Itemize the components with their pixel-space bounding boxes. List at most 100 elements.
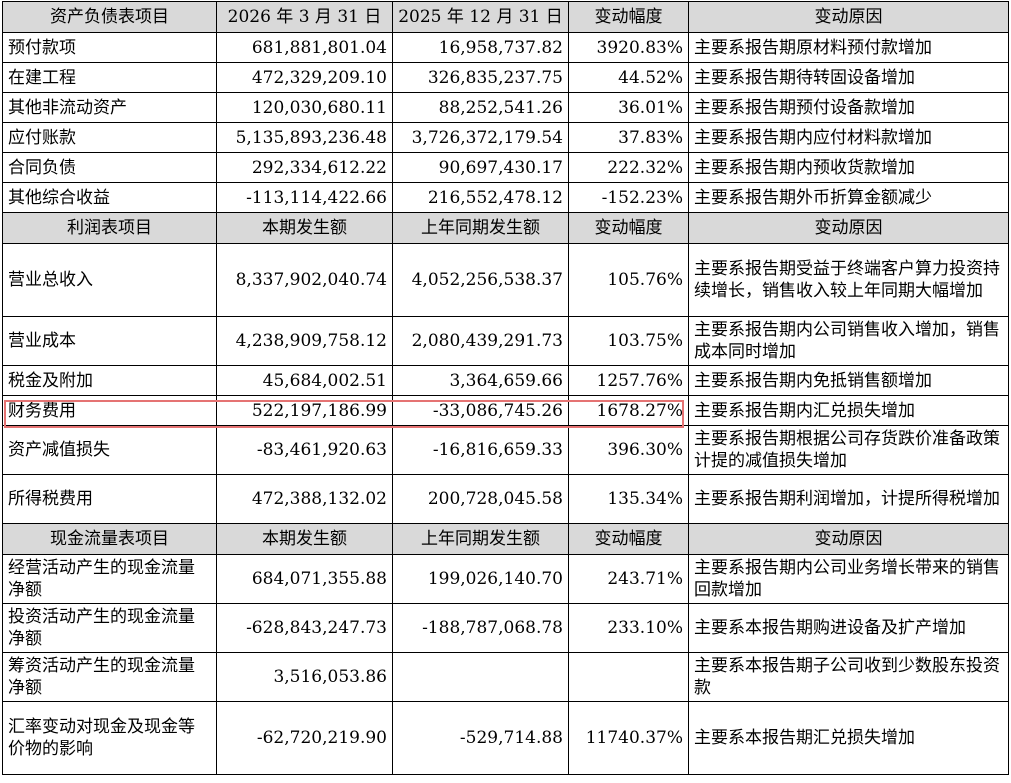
row-item: 汇率变动对现金及现金等价物的影响 — [2, 701, 217, 775]
income-header-row: 利润表项目 本期发生额 上年同期发生额 变动幅度 变动原因 — [2, 212, 1009, 244]
row-item: 所得税费用 — [2, 474, 217, 524]
row-value-a: -628,843,247.73 — [216, 603, 393, 653]
table-row: 合同负债 292,334,612.22 90,697,430.17 222.32… — [2, 152, 1009, 183]
row-value-b: -33,086,745.26 — [392, 395, 569, 426]
row-item: 在建工程 — [2, 62, 217, 93]
row-reason: 主要系报告期内公司业务增长带来的销售回款增加 — [688, 554, 1009, 604]
row-pct: 36.01% — [568, 92, 689, 123]
row-value-b: 16,958,737.82 — [392, 32, 569, 63]
row-value-a: 8,337,902,040.74 — [216, 243, 393, 317]
row-value-a: 120,030,680.11 — [216, 92, 393, 123]
row-item: 其他综合收益 — [2, 182, 217, 213]
row-item: 应付账款 — [2, 122, 217, 153]
table-row: 经营活动产生的现金流量净额 684,071,355.88 199,026,140… — [2, 554, 1009, 604]
row-item: 资产减值损失 — [2, 425, 217, 475]
row-reason: 主要系本报告期汇兑损失增加 — [688, 701, 1009, 775]
row-pct: 37.83% — [568, 122, 689, 153]
row-reason: 主要系报告期根据公司存货跌价准备政策计提的减值损失增加 — [688, 425, 1009, 475]
row-value-b — [392, 652, 569, 702]
row-value-b: 3,726,372,179.54 — [392, 122, 569, 153]
row-value-a: 472,388,132.02 — [216, 474, 393, 524]
row-value-b: 2,080,439,291.73 — [392, 316, 569, 366]
header-col-b: 2025 年 12 月 31 日 — [392, 1, 569, 33]
row-item: 预付款项 — [2, 32, 217, 63]
header-item: 利润表项目 — [2, 212, 217, 244]
row-reason: 主要系报告期原材料预付款增加 — [688, 32, 1009, 63]
table-row: 其他非流动资产 120,030,680.11 88,252,541.26 36.… — [2, 92, 1009, 123]
table-row: 应付账款 5,135,893,236.48 3,726,372,179.54 3… — [2, 122, 1009, 153]
row-value-b: -529,714.88 — [392, 701, 569, 775]
row-value-b: 88,252,541.26 — [392, 92, 569, 123]
header-reason: 变动原因 — [688, 1, 1009, 33]
row-reason: 主要系报告期受益于终端客户算力投资持续增长，销售收入较上年同期大幅增加 — [688, 243, 1009, 317]
header-reason: 变动原因 — [688, 523, 1009, 555]
balance-header-row: 资产负债表项目 2026 年 3 月 31 日 2025 年 12 月 31 日… — [2, 1, 1009, 33]
row-reason: 主要系报告期预付设备款增加 — [688, 92, 1009, 123]
row-reason: 主要系本报告期子公司收到少数股东投资款 — [688, 652, 1009, 702]
table-row: 营业成本 4,238,909,758.12 2,080,439,291.73 1… — [2, 316, 1009, 366]
row-value-b: -16,816,659.33 — [392, 425, 569, 475]
row-value-a: -62,720,219.90 — [216, 701, 393, 775]
table-row: 筹资活动产生的现金流量净额 3,516,053.86 主要系本报告期子公司收到少… — [2, 652, 1009, 702]
row-value-b: 216,552,478.12 — [392, 182, 569, 213]
row-item: 财务费用 — [2, 395, 217, 426]
row-item: 营业成本 — [2, 316, 217, 366]
row-pct: 222.32% — [568, 152, 689, 183]
row-value-a: 5,135,893,236.48 — [216, 122, 393, 153]
header-pct: 变动幅度 — [568, 212, 689, 244]
row-pct: 1678.27% — [568, 395, 689, 426]
table-row: 预付款项 681,881,801.04 16,958,737.82 3920.8… — [2, 32, 1009, 63]
row-pct: 233.10% — [568, 603, 689, 653]
row-pct: 1257.76% — [568, 365, 689, 396]
table-row: 营业总收入 8,337,902,040.74 4,052,256,538.37 … — [2, 243, 1009, 317]
row-reason: 主要系报告期内公司销售收入增加，销售成本同时增加 — [688, 316, 1009, 366]
row-value-b: 4,052,256,538.37 — [392, 243, 569, 317]
header-item: 现金流量表项目 — [2, 523, 217, 555]
row-value-a: 45,684,002.51 — [216, 365, 393, 396]
row-pct: 135.34% — [568, 474, 689, 524]
row-item: 营业总收入 — [2, 243, 217, 317]
row-item: 经营活动产生的现金流量净额 — [2, 554, 217, 604]
row-value-a: 472,329,209.10 — [216, 62, 393, 93]
row-value-b: 199,026,140.70 — [392, 554, 569, 604]
row-value-a: 292,334,612.22 — [216, 152, 393, 183]
table-row: 资产减值损失 -83,461,920.63 -16,816,659.33 396… — [2, 425, 1009, 475]
table-row: 投资活动产生的现金流量净额 -628,843,247.73 -188,787,0… — [2, 603, 1009, 653]
header-item: 资产负债表项目 — [2, 1, 217, 33]
header-col-b: 上年同期发生额 — [392, 212, 569, 244]
row-item: 合同负债 — [2, 152, 217, 183]
row-pct — [568, 652, 689, 702]
row-pct: 3920.83% — [568, 32, 689, 63]
row-reason: 主要系报告期待转固设备增加 — [688, 62, 1009, 93]
row-value-b: 90,697,430.17 — [392, 152, 569, 183]
row-pct: -152.23% — [568, 182, 689, 213]
cashflow-header-row: 现金流量表项目 本期发生额 上年同期发生额 变动幅度 变动原因 — [2, 523, 1009, 555]
row-value-a: 684,071,355.88 — [216, 554, 393, 604]
row-pct: 44.52% — [568, 62, 689, 93]
row-value-a: -113,114,422.66 — [216, 182, 393, 213]
row-item: 税金及附加 — [2, 365, 217, 396]
row-item: 其他非流动资产 — [2, 92, 217, 123]
row-reason: 主要系报告期外币折算金额减少 — [688, 182, 1009, 213]
row-value-b: -188,787,068.78 — [392, 603, 569, 653]
row-value-b: 200,728,045.58 — [392, 474, 569, 524]
row-value-b: 3,364,659.66 — [392, 365, 569, 396]
header-col-a: 本期发生额 — [216, 523, 393, 555]
row-value-b: 326,835,237.75 — [392, 62, 569, 93]
header-pct: 变动幅度 — [568, 1, 689, 33]
row-reason: 主要系本报告期购进设备及扩产增加 — [688, 603, 1009, 653]
row-reason: 主要系报告期内预收货款增加 — [688, 152, 1009, 183]
row-reason: 主要系报告期利润增加，计提所得税增加 — [688, 474, 1009, 524]
row-value-a: 522,197,186.99 — [216, 395, 393, 426]
row-value-a: 681,881,801.04 — [216, 32, 393, 63]
table-row: 其他综合收益 -113,114,422.66 216,552,478.12 -1… — [2, 182, 1009, 213]
row-pct: 11740.37% — [568, 701, 689, 775]
table-row: 所得税费用 472,388,132.02 200,728,045.58 135.… — [2, 474, 1009, 524]
header-reason: 变动原因 — [688, 212, 1009, 244]
row-pct: 396.30% — [568, 425, 689, 475]
header-col-b: 上年同期发生额 — [392, 523, 569, 555]
row-reason: 主要系报告期内应付材料款增加 — [688, 122, 1009, 153]
row-value-a: -83,461,920.63 — [216, 425, 393, 475]
financial-changes-table: 资产负债表项目 2026 年 3 月 31 日 2025 年 12 月 31 日… — [2, 1, 1009, 775]
row-pct: 103.75% — [568, 316, 689, 366]
